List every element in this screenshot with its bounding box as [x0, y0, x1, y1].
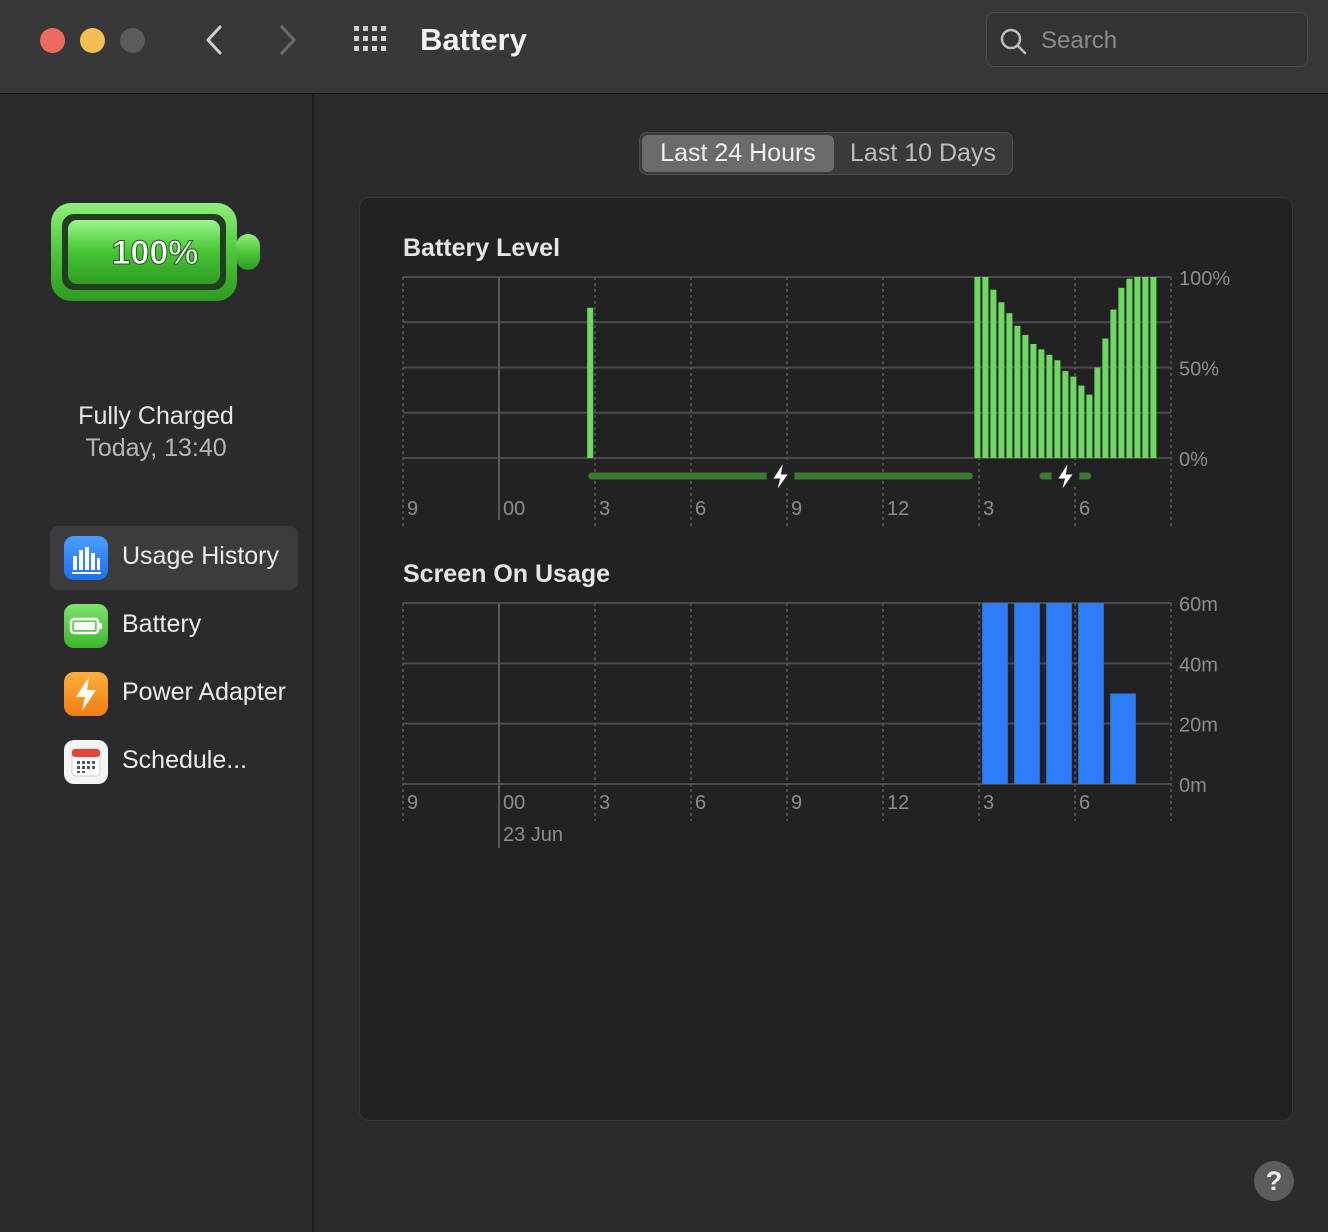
screen-usage-bar [982, 603, 1008, 784]
date-label: 23 Jun [503, 824, 563, 846]
battery-level-bar [1102, 338, 1109, 458]
x-tick-label: 9 [791, 792, 802, 814]
battery-level-bar [1054, 360, 1061, 458]
charging-bolt-icon [766, 461, 795, 492]
x-tick-label: 9 [407, 498, 418, 520]
battery-level-bar [974, 277, 981, 458]
y-tick-label: 100% [1179, 268, 1230, 290]
battery-level-bar [990, 289, 997, 458]
y-tick-label: 20m [1179, 715, 1218, 737]
battery-level-bar [1134, 277, 1141, 458]
battery-level-bar [998, 302, 1005, 458]
battery-level-bar [1030, 343, 1037, 458]
x-tick-label: 3 [983, 498, 994, 520]
battery-level-bar [982, 277, 989, 458]
screen-usage-bar [1014, 603, 1040, 784]
usage-charts: 9 00 3 6 9 12 3 6 100% 50% 0% 9 00 3 6 9 12 3 6 60m 40m 20m 0m… [402, 268, 1230, 848]
y-tick-label: 0m [1179, 775, 1207, 797]
x-tick-label: 12 [887, 498, 909, 520]
battery-level-bar [1006, 313, 1013, 458]
battery-level-bar [1078, 385, 1085, 458]
x-tick-label: 6 [695, 792, 706, 814]
x-tick-label: 00 [503, 792, 525, 814]
x-tick-label: 12 [887, 792, 909, 814]
battery-level-bar [1014, 325, 1021, 458]
y-tick-label: 0% [1179, 449, 1208, 471]
y-tick-label: 60m [1179, 594, 1218, 616]
battery-level-bar [1086, 394, 1093, 458]
screen-usage-bar [1110, 693, 1136, 784]
battery-level-bar [1022, 334, 1029, 458]
battery-level-bar [1038, 349, 1045, 458]
x-tick-label: 3 [599, 498, 610, 520]
battery-level-bar [1062, 371, 1069, 458]
battery-level-bar [1094, 367, 1101, 458]
x-tick-label: 6 [695, 498, 706, 520]
y-tick-label: 40m [1179, 654, 1218, 676]
battery-level-bar [1126, 278, 1133, 458]
x-tick-label: 00 [503, 498, 525, 520]
x-tick-label: 9 [407, 792, 418, 814]
help-button[interactable]: ? [1254, 1161, 1294, 1201]
battery-level-bar [1046, 354, 1053, 458]
battery-level-bar [1110, 309, 1117, 458]
x-tick-label: 6 [1079, 498, 1090, 520]
screen-usage-bar [1078, 603, 1104, 784]
y-tick-label: 50% [1179, 359, 1219, 381]
x-tick-label: 6 [1079, 792, 1090, 814]
x-tick-label: 9 [791, 498, 802, 520]
battery-level-bar [1070, 376, 1077, 458]
charging-bolt-icon [1051, 461, 1080, 492]
x-tick-label: 3 [983, 792, 994, 814]
battery-level-bar [1142, 277, 1149, 458]
screen-usage-bar [1046, 603, 1072, 784]
battery-level-bar [1150, 277, 1157, 458]
battery-level-bar [1118, 287, 1125, 458]
battery-level-bar [587, 307, 594, 458]
x-tick-label: 3 [599, 792, 610, 814]
